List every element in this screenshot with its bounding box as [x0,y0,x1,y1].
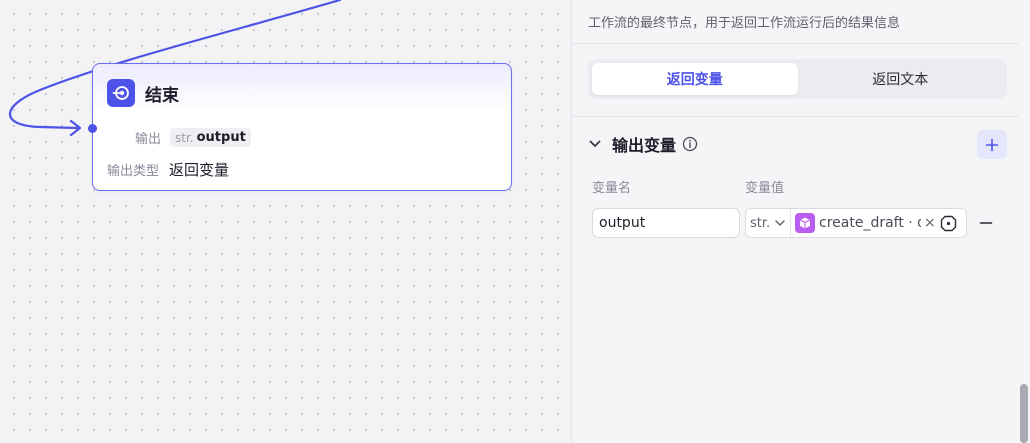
variable-reference-text: create_draft · d [819,215,921,231]
variable-value-field: str. create_draft · d × [745,208,967,238]
divider [572,116,1019,117]
close-icon[interactable]: × [924,215,936,231]
node-output-kind-row: 输出类型 返回变量 [107,159,229,180]
output-name: output [196,130,246,145]
chevron-down-icon[interactable] [588,137,602,151]
chevron-down-icon [775,220,785,226]
add-variable-button[interactable] [977,130,1007,159]
tab-return-text[interactable]: 返回文本 [798,63,1004,95]
divider [572,43,1019,44]
info-icon[interactable] [682,136,698,152]
minus-icon [979,222,993,224]
panel-scrollbar-thumb[interactable] [1020,384,1028,443]
output-mode-tabs: 返回变量 返回文本 [588,59,1007,99]
cube-icon [795,213,815,233]
node-config-panel: 工作流的最终节点，用于返回工作流运行后的结果信息 返回变量 返回文本 输出变量 … [571,0,1019,443]
node-header: 结束 [107,79,179,107]
workflow-canvas[interactable]: 结束 输出 str. output 输出类型 返回变量 [0,0,571,443]
end-node[interactable]: 结束 输出 str. output 输出类型 返回变量 [88,63,512,191]
variable-type: str. [750,215,771,231]
output-type: str. [175,130,194,145]
node-input-port[interactable] [88,124,97,133]
node-title: 结束 [145,85,179,106]
variable-reference-chip[interactable]: create_draft · d × [791,209,966,237]
target-icon[interactable] [940,215,957,232]
exit-icon [107,79,135,107]
node-description: 工作流的最终节点，用于返回工作流运行后的结果信息 [588,16,901,31]
panel-scrollbar[interactable] [1019,0,1030,443]
node-output-row: 输出 str. output [135,128,251,147]
output-variable-tag: str. output [170,128,251,147]
column-label-value: 变量值 [745,181,785,196]
column-label-name: 变量名 [592,181,632,196]
output-kind-value: 返回变量 [169,161,230,179]
output-label: 输出 [135,132,162,147]
variable-name-value: output [599,215,646,231]
output-kind-label: 输出类型 [107,164,160,179]
output-variables-header: 输出变量 [588,132,698,156]
tab-return-variable[interactable]: 返回变量 [592,63,798,95]
variable-name-input[interactable]: output [592,208,740,238]
variable-type-select[interactable]: str. [746,209,791,237]
section-title: 输出变量 [612,136,677,155]
remove-variable-button[interactable] [977,214,995,232]
plus-icon [985,138,999,151]
